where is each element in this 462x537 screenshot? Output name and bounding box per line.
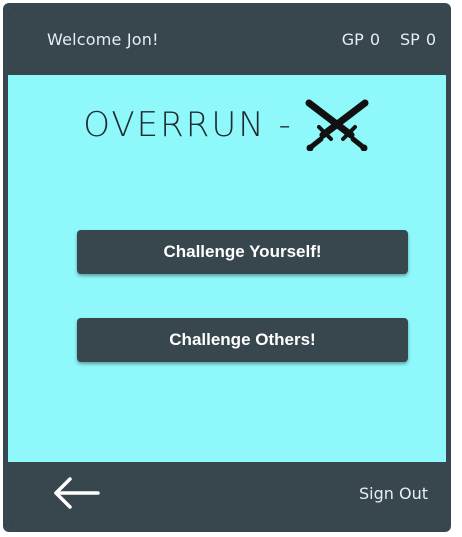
top-bar: Welcome Jon! GP 0 SP 0	[8, 8, 446, 75]
main-content: OVERRUN - Challenge Yourself! Challenge …	[8, 75, 446, 462]
crossed-swords-icon	[305, 99, 369, 151]
game-title: OVERRUN -	[83, 105, 293, 145]
bottom-bar: Sign Out	[8, 462, 446, 527]
challenge-yourself-label: Challenge Yourself!	[163, 242, 322, 261]
arrow-left-icon[interactable]	[52, 476, 104, 510]
title-row: OVERRUN -	[8, 99, 446, 151]
sp-label: SP	[400, 30, 420, 49]
sign-out-link[interactable]: Sign Out	[359, 484, 428, 503]
gp-label: GP	[341, 30, 364, 49]
challenge-yourself-button[interactable]: Challenge Yourself!	[77, 230, 408, 274]
sp-value: 0	[425, 30, 436, 49]
stats-display: GP 0 SP 0	[342, 30, 436, 49]
challenge-others-button[interactable]: Challenge Others!	[77, 318, 408, 362]
gp-value: 0	[369, 30, 380, 49]
challenge-others-label: Challenge Others!	[169, 330, 316, 349]
app-frame: Welcome Jon! GP 0 SP 0 OVERRUN - Challen…	[3, 3, 451, 532]
sp-stat: SP 0	[400, 30, 436, 49]
welcome-text: Welcome Jon!	[47, 30, 159, 49]
gp-stat: GP 0	[342, 30, 380, 49]
